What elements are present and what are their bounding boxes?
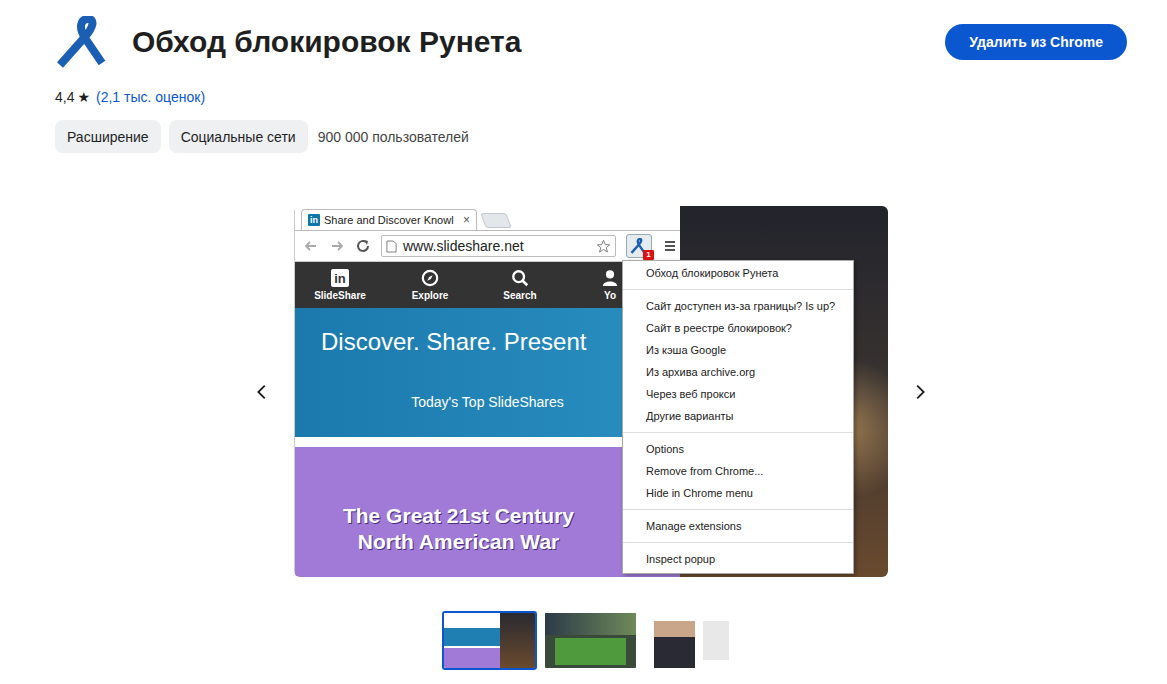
tab-close[interactable]: × <box>463 213 470 227</box>
thumbnail-image <box>545 613 636 668</box>
linkedin-favicon: in <box>308 214 320 226</box>
rating-star: ★ <box>77 89 90 105</box>
screenshot-slide: in Share and Discover Knowl × www.slideshar… <box>294 206 888 577</box>
nav-item[interactable]: Explore <box>385 262 475 308</box>
nav-label: Explore <box>412 290 449 301</box>
hamburger-menu-icon[interactable] <box>662 238 678 254</box>
thumbnail-image <box>444 613 535 668</box>
new-tab-button[interactable] <box>480 213 511 228</box>
category-chip[interactable]: Социальные сети <box>169 120 308 153</box>
prev-button[interactable] <box>246 376 278 408</box>
chip-row: РасширениеСоциальные сети 900 000 пользов… <box>55 120 1167 153</box>
category-chip[interactable]: Расширение <box>55 120 161 153</box>
menu-item[interactable]: Из архива archive.org <box>623 361 853 383</box>
thumbnail[interactable] <box>442 611 537 670</box>
address-bar[interactable]: www.slideshare.net <box>381 235 616 257</box>
menu-item[interactable]: Hide in Chrome menu <box>623 482 853 504</box>
compass-icon <box>421 269 439 287</box>
rating: 4,4★ (2,1 тыс. оценок) <box>55 88 1167 106</box>
header: Обход блокировок Рунета Удалить из Chrome <box>0 15 1167 68</box>
page-icon <box>386 240 397 253</box>
browser-tab[interactable]: in Share and Discover Knowl × <box>301 209 477 230</box>
extension-button[interactable]: 1 <box>626 234 652 258</box>
chevron-left-icon <box>251 381 273 403</box>
extension-page: Обход блокировок Рунета Удалить из Chrome… <box>0 0 1167 684</box>
extension-badge: 1 <box>643 250 654 260</box>
menu-item[interactable]: Из кэша Google <box>623 339 853 361</box>
menu-title[interactable]: Обход блокировок Рунета <box>623 262 853 284</box>
rating-count-link[interactable]: (2,1 тыс. оценок) <box>96 89 205 105</box>
menu-item[interactable]: Options <box>623 438 853 460</box>
menu-item[interactable]: Сайт доступен из-за границы? Is up? <box>623 295 853 317</box>
menu-item[interactable]: Remove from Chrome... <box>623 460 853 482</box>
menu-item[interactable]: Через веб прокси <box>623 383 853 405</box>
menu-item[interactable]: Другие варианты <box>623 405 853 427</box>
next-button[interactable] <box>904 376 936 408</box>
menu-separator <box>623 432 853 433</box>
tab-strip: in Share and Discover Knowl × <box>295 206 680 231</box>
address-url: www.slideshare.net <box>403 238 590 254</box>
menu-item[interactable]: Inspect popup <box>623 548 853 570</box>
nav-label: Yo <box>604 290 616 301</box>
reload-icon[interactable] <box>355 238 371 254</box>
browser-toolbar: www.slideshare.net 1 <box>295 231 680 262</box>
carousel: in Share and Discover Knowl × www.slideshar… <box>0 206 1167 577</box>
nav-label: Search <box>503 290 536 301</box>
menu-separator <box>623 542 853 543</box>
context-menu: Обход блокировок Рунета Сайт доступен из-… <box>622 260 854 574</box>
user-icon <box>601 269 619 287</box>
tab-title: Share and Discover Knowl <box>324 214 459 226</box>
slideshare-logo-icon: in <box>331 269 349 287</box>
promo-line: North American War <box>358 529 559 555</box>
extension-title: Обход блокировок Рунета <box>132 25 521 59</box>
menu-item[interactable]: Manage extensions <box>623 515 853 537</box>
brand: Обход блокировок Рунета <box>55 16 521 68</box>
thumbnail[interactable] <box>644 611 739 670</box>
promo-line: The Great 21st Century <box>343 503 574 529</box>
thumbnail-image <box>646 613 737 668</box>
thumbnail[interactable] <box>543 611 638 670</box>
back-arrow-icon[interactable] <box>303 238 319 254</box>
bookmark-star-icon[interactable] <box>596 239 611 254</box>
ribbon-logo-icon <box>55 16 115 68</box>
nav-item[interactable]: in SlideShare <box>295 262 385 308</box>
rating-value: 4,4 <box>55 89 74 105</box>
thumbnail-row <box>0 611 1167 670</box>
remove-button[interactable]: Удалить из Chrome <box>945 24 1127 60</box>
menu-item[interactable]: Сайт в реестре блокировок? <box>623 317 853 339</box>
menu-separator <box>623 509 853 510</box>
magnifier-icon <box>511 269 529 287</box>
user-count: 900 000 пользователей <box>318 129 469 145</box>
chevron-right-icon <box>909 381 931 403</box>
forward-arrow-icon[interactable] <box>329 238 345 254</box>
nav-item[interactable]: Search <box>475 262 565 308</box>
menu-separator <box>623 289 853 290</box>
nav-label: SlideShare <box>314 290 366 301</box>
